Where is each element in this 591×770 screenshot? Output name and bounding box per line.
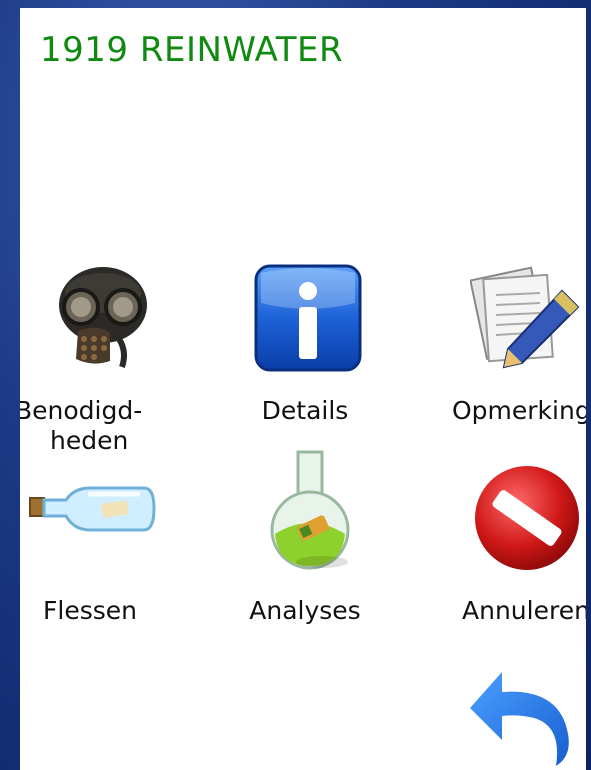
bottle-icon: [29, 486, 156, 532]
menu-item-annuleren[interactable]: Annuleren: [440, 463, 586, 633]
menu-item-label: Opmerking: [452, 396, 586, 425]
menu-item-benodigdheden[interactable]: Benodigd- heden: [20, 263, 190, 463]
label-line-2: heden: [50, 426, 129, 455]
menu-item-label: Analyses: [249, 596, 361, 625]
menu-item-label: Details: [261, 396, 349, 425]
menu-item-details[interactable]: Details: [215, 263, 405, 463]
back-arrow-icon[interactable]: [450, 648, 586, 768]
cancel-icon: [475, 466, 579, 570]
flask-icon: [270, 450, 350, 570]
label-line-1: Benodigd-: [20, 396, 143, 425]
menu-item-flessen[interactable]: Flessen: [20, 478, 190, 628]
page-title: 1919 REINWATER: [40, 30, 344, 70]
menu-item-label: Flessen: [43, 596, 137, 625]
gas-mask-icon: [59, 267, 147, 368]
menu-item-label: Benodigd- heden: [20, 396, 165, 456]
info-icon: [254, 264, 362, 372]
menu-item-label: Annuleren: [462, 596, 586, 625]
notes-pen-icon: [470, 266, 580, 369]
menu-item-analyses[interactable]: Analyses: [215, 450, 405, 630]
menu-item-opmerkingen[interactable]: Opmerking: [440, 263, 586, 463]
main-panel: 1919 REINWATER Benodigd- heden Details O…: [20, 8, 586, 770]
